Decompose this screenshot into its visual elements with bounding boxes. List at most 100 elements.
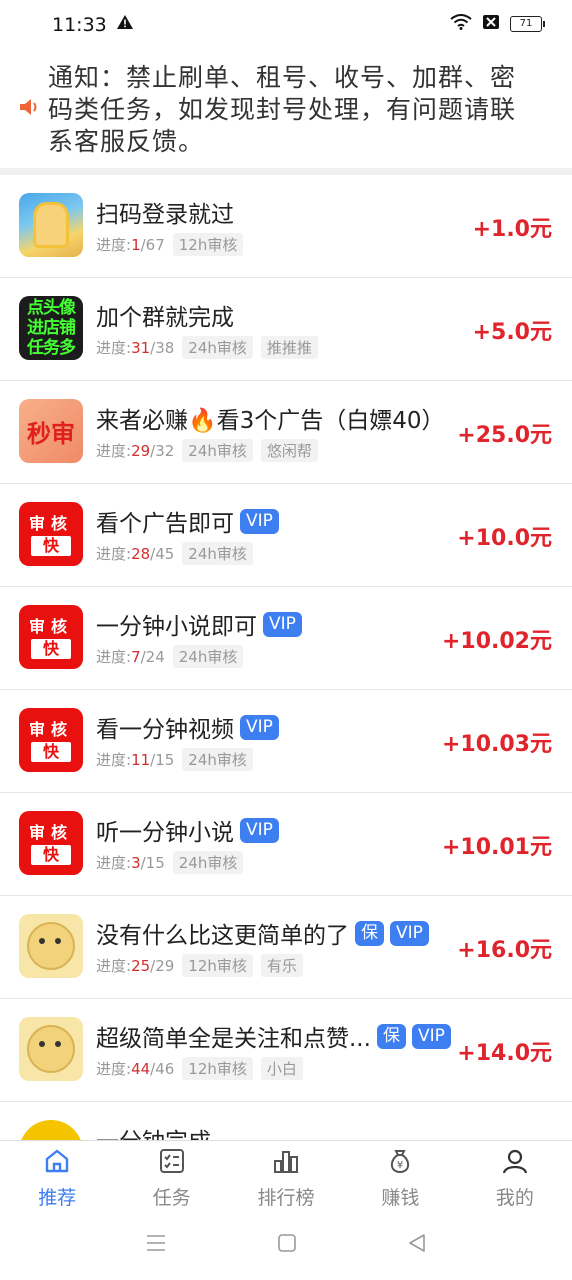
guarantee-badge: 保 bbox=[355, 920, 384, 946]
home-icon bbox=[43, 1147, 71, 1179]
task-meta: 进度:29/32 24h审核 悠闲帮 bbox=[96, 439, 318, 462]
vip-badge: VIP bbox=[390, 920, 429, 946]
task-reward: +10.0元 bbox=[457, 526, 552, 551]
task-reward: +14.0元 bbox=[457, 1041, 552, 1066]
task-meta: 进度:3/15 24h审核 bbox=[96, 851, 244, 874]
svg-text:¥: ¥ bbox=[397, 1160, 403, 1171]
task-meta: 进度:31/38 24h审核 推推推 bbox=[96, 336, 318, 359]
task-thumbnail: 审核快 bbox=[19, 708, 83, 772]
task-thumbnail: 审核快 bbox=[19, 811, 83, 875]
menu-icon[interactable] bbox=[145, 1233, 167, 1257]
review-time-tag: 24h审核 bbox=[182, 439, 253, 462]
task-item[interactable]: 一分钟完成 bbox=[0, 1102, 572, 1140]
guarantee-badge: 保 bbox=[376, 1023, 406, 1049]
task-item[interactable]: 审核快 看个广告即可 VIP 进度:28/45 24h审核 +10.0元 bbox=[0, 484, 572, 587]
nav-label: 任务 bbox=[152, 1187, 191, 1209]
task-reward: +25.0元 bbox=[457, 423, 552, 448]
battery-icon: 71 bbox=[510, 16, 545, 32]
notice-text: 通知：禁止刷单、租号、收号、加群、密码类任务，如发现封号处理，有问题请联系客服反… bbox=[48, 63, 517, 156]
vip-badge: VIP bbox=[263, 611, 302, 637]
task-item[interactable]: 秒审 来者必赚🔥看3个广告（白嫖40） 进度:29/32 24h审核 悠闲帮 +… bbox=[0, 381, 572, 484]
task-item[interactable]: 审核快 听一分钟小说 VIP 进度:3/15 24h审核 +10.01元 bbox=[0, 793, 572, 896]
status-time: 11:33 bbox=[52, 14, 107, 36]
nav-label: 我的 bbox=[495, 1187, 534, 1209]
task-item[interactable]: 没有什么比这更简单的了保 VIP 进度:25/29 12h审核 有乐 +16.0元 bbox=[0, 896, 572, 999]
status-bar: 11:33 71 bbox=[0, 0, 572, 52]
user-icon bbox=[501, 1147, 529, 1179]
vip-badge: VIP bbox=[240, 817, 279, 843]
bottom-nav: 推荐 任务 排行榜 ¥ 赚钱 我的 bbox=[0, 1140, 572, 1211]
money-bag-icon: ¥ bbox=[386, 1147, 414, 1179]
task-item[interactable]: 审核快 看一分钟视频 VIP 进度:11/15 24h审核 +10.03元 bbox=[0, 690, 572, 793]
task-item[interactable]: 扫码登录就过 进度:1/67 12h审核 +1.0元 bbox=[0, 175, 572, 278]
task-item[interactable]: 超级简单全是关注和点赞... 保 VIP 进度:44/46 12h审核 小白 +14… bbox=[0, 999, 572, 1102]
warning-icon bbox=[116, 14, 134, 34]
vip-badge: VIP bbox=[240, 508, 279, 534]
publisher-tag: 推推推 bbox=[260, 336, 318, 359]
task-meta: 进度:25/29 12h审核 有乐 bbox=[96, 954, 303, 977]
task-title: 一分钟完成 bbox=[96, 1122, 211, 1140]
task-meta: 进度:1/67 12h审核 bbox=[96, 233, 244, 256]
task-title: 扫码登录就过 bbox=[96, 202, 234, 228]
task-list[interactable]: 扫码登录就过 进度:1/67 12h审核 +1.0元 点头像 进店铺 任务多 加个群… bbox=[0, 175, 572, 1140]
review-time-tag: 24h审核 bbox=[172, 645, 244, 668]
home-square-icon[interactable] bbox=[277, 1233, 297, 1257]
sim-off-icon bbox=[482, 14, 500, 34]
notice-bar: 通知：禁止刷单、租号、收号、加群、密码类任务，如发现封号处理，有问题请联系客服反… bbox=[0, 62, 572, 170]
back-icon[interactable] bbox=[407, 1233, 427, 1257]
nav-label: 赚钱 bbox=[381, 1187, 420, 1209]
task-title: 看个广告即可 VIP bbox=[96, 504, 279, 538]
task-thumbnail bbox=[19, 1120, 83, 1140]
task-list-icon bbox=[158, 1147, 186, 1179]
system-nav-bar bbox=[0, 1210, 572, 1280]
task-reward: +16.0元 bbox=[457, 938, 552, 963]
task-meta: 进度:44/46 12h审核 小白 bbox=[96, 1057, 303, 1080]
task-thumbnail: 审核快 bbox=[19, 502, 83, 566]
task-reward: +10.03元 bbox=[441, 732, 552, 757]
task-thumbnail: 点头像 进店铺 任务多 bbox=[19, 296, 83, 360]
nav-tab-tasks[interactable]: 任务 bbox=[114, 1141, 228, 1211]
task-reward: +5.0元 bbox=[472, 320, 552, 345]
task-reward: +10.02元 bbox=[441, 629, 552, 654]
nav-tab-earn[interactable]: ¥ 赚钱 bbox=[343, 1141, 457, 1211]
task-title: 来者必赚🔥看3个广告（白嫖40） bbox=[96, 408, 445, 434]
task-meta: 进度:7/24 24h审核 bbox=[96, 645, 244, 668]
review-time-tag: 12h审核 bbox=[172, 233, 244, 256]
speaker-icon bbox=[18, 97, 40, 121]
task-meta: 进度:11/15 24h审核 bbox=[96, 748, 253, 771]
task-thumbnail bbox=[19, 193, 83, 257]
review-time-tag: 24h审核 bbox=[182, 542, 253, 565]
task-title: 看一分钟视频 VIP bbox=[96, 710, 279, 744]
review-time-tag: 24h审核 bbox=[182, 748, 253, 771]
task-reward: +10.01元 bbox=[441, 835, 552, 860]
review-time-tag: 12h审核 bbox=[182, 954, 253, 977]
publisher-tag: 有乐 bbox=[260, 954, 303, 977]
nav-tab-recommend[interactable]: 推荐 bbox=[0, 1141, 114, 1211]
task-reward: +1.0元 bbox=[472, 217, 552, 242]
task-item[interactable]: 审核快 一分钟小说即可 VIP 进度:7/24 24h审核 +10.02元 bbox=[0, 587, 572, 690]
task-thumbnail: 秒审 bbox=[19, 399, 83, 463]
review-time-tag: 24h审核 bbox=[172, 851, 244, 874]
task-title: 一分钟小说即可 VIP bbox=[96, 607, 302, 641]
task-title: 听一分钟小说 VIP bbox=[96, 813, 279, 847]
vip-badge: VIP bbox=[411, 1023, 451, 1049]
nav-label: 排行榜 bbox=[257, 1187, 315, 1209]
wifi-icon bbox=[450, 14, 472, 34]
vip-badge: VIP bbox=[240, 714, 279, 740]
task-item[interactable]: 点头像 进店铺 任务多 加个群就完成 进度:31/38 24h审核 推推推 +5.0… bbox=[0, 278, 572, 381]
nav-tab-mine[interactable]: 我的 bbox=[458, 1141, 572, 1211]
task-title: 没有什么比这更简单的了保 VIP bbox=[96, 916, 429, 950]
task-thumbnail bbox=[19, 1017, 83, 1081]
task-thumbnail bbox=[19, 914, 83, 978]
nav-tab-ranking[interactable]: 排行榜 bbox=[229, 1141, 343, 1211]
bar-chart-icon bbox=[272, 1147, 300, 1179]
review-time-tag: 12h审核 bbox=[182, 1057, 253, 1080]
section-divider bbox=[0, 168, 572, 175]
task-title: 加个群就完成 bbox=[96, 305, 234, 331]
publisher-tag: 悠闲帮 bbox=[260, 439, 318, 462]
nav-label: 推荐 bbox=[38, 1187, 77, 1209]
task-title: 超级简单全是关注和点赞... 保 VIP bbox=[96, 1019, 451, 1053]
review-time-tag: 24h审核 bbox=[182, 336, 253, 359]
task-thumbnail: 审核快 bbox=[19, 605, 83, 669]
task-meta: 进度:28/45 24h审核 bbox=[96, 542, 253, 565]
